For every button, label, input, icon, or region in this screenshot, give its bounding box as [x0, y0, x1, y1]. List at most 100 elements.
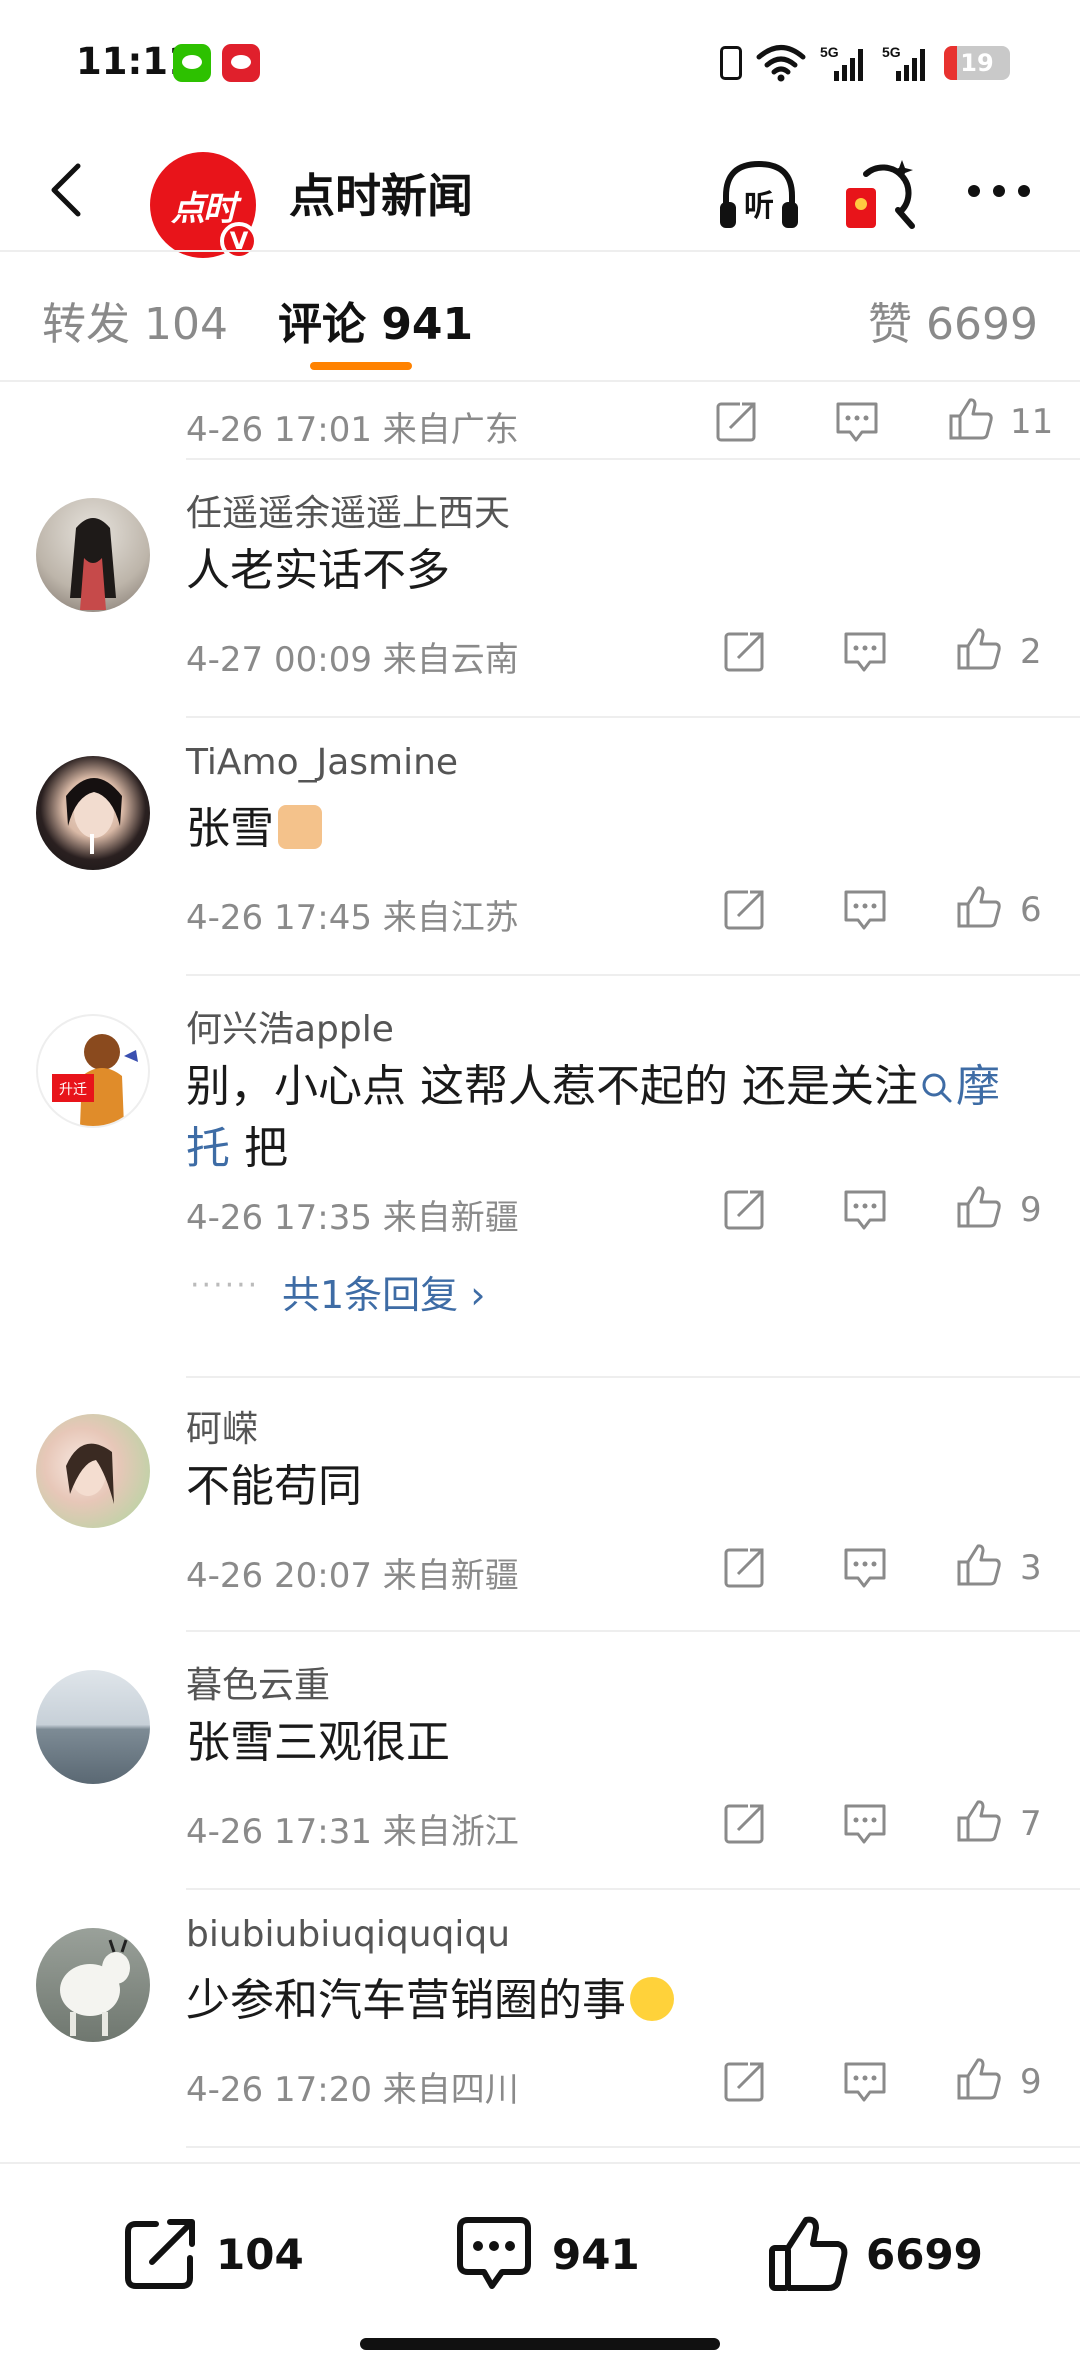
tab-repost[interactable]: 转发 104: [42, 288, 228, 352]
account-avatar[interactable]: 点时 V: [150, 152, 258, 260]
comment-time: 4-26 17:35: [186, 1198, 372, 1238]
comment-username[interactable]: biubiubiuqiquqiqu: [186, 1914, 510, 1955]
reply-dots: ······: [190, 1268, 260, 1303]
comment-item: TiAmo_Jasmine 张雪 4-26 17:45 来自江苏 6: [0, 718, 1080, 976]
reply-icon[interactable]: [842, 628, 888, 674]
share-icon[interactable]: [722, 2058, 768, 2104]
thumbs-up-icon: [769, 2216, 848, 2291]
svg-text:5G: 5G: [820, 44, 839, 60]
user-avatar[interactable]: [36, 1928, 150, 2042]
comment-location: 来自广东: [382, 410, 519, 450]
comment-button[interactable]: 941: [454, 2214, 640, 2294]
comment-text: 张雪: [186, 798, 1026, 860]
comment-item: 升迁 何兴浩apple 别，小心点 这帮人惹不起的 还是关注 摩托 把 4-26 …: [0, 976, 1080, 1376]
comment-username[interactable]: 暮色云重: [186, 1656, 330, 1708]
user-avatar[interactable]: 升迁: [36, 1014, 150, 1128]
back-button[interactable]: [38, 152, 98, 228]
comment-time: 4-27 00:09: [186, 640, 372, 680]
like-icon[interactable]: [956, 1798, 1002, 1844]
share-icon[interactable]: [722, 1800, 768, 1846]
comment-meta: 4-26 20:07 来自新疆: [186, 1548, 519, 1597]
comment-divider: [186, 2146, 1080, 2148]
account-name[interactable]: 点时新闻: [289, 160, 473, 226]
status-bar: 11:11 5G 5G 19: [0, 0, 1080, 130]
vibrate-icon: [720, 46, 742, 80]
repost-button[interactable]: 104: [122, 2214, 304, 2294]
comment-time: 4-26 17:20: [186, 2070, 372, 2110]
view-replies-link[interactable]: 共1条回复 ›: [282, 1264, 485, 1319]
like-button[interactable]: 6699: [768, 2214, 983, 2294]
post-tabs: 转发 104 评论 941 赞 6699: [0, 252, 1080, 380]
comment-time: 4-26 17:31: [186, 1812, 372, 1852]
share-icon[interactable]: [722, 628, 768, 674]
comment-meta: 4-27 00:09 来自云南: [186, 632, 519, 681]
active-tab-indicator: [310, 362, 412, 370]
signal-5g-icon-2: 5G: [882, 43, 930, 83]
comment-meta: 4-26 17:20 来自四川: [186, 2062, 519, 2111]
comment-item: biubiubiuqiquqiqu 少参和汽车营销圈的事 4-26 17:20 …: [0, 1890, 1080, 2148]
like-icon[interactable]: [948, 396, 994, 442]
comment-location: 来自云南: [382, 640, 519, 680]
red-packet-search-button[interactable]: [840, 154, 920, 238]
red-packet-search-icon: [846, 160, 915, 229]
like-count-total: 6699: [866, 2229, 983, 2279]
like-count: 9: [1020, 2062, 1042, 2102]
tab-like[interactable]: 赞 6699: [868, 288, 1038, 352]
comment-item: 砢嵘 不能苟同 4-26 20:07 来自新疆 3: [0, 1376, 1080, 1632]
reply-icon[interactable]: [842, 1800, 888, 1846]
reply-icon[interactable]: [834, 398, 880, 444]
listen-button[interactable]: 听: [716, 156, 802, 236]
like-count: 3: [1020, 1548, 1042, 1588]
comment-meta: 4-26 17:31 来自浙江: [186, 1804, 519, 1853]
user-avatar[interactable]: [36, 756, 150, 870]
comment-text: 不能苟同: [186, 1461, 362, 1512]
like-count: 11: [1010, 402, 1054, 442]
reply-icon[interactable]: [842, 1544, 888, 1590]
wifi-icon: [756, 44, 806, 82]
comment-location: 来自四川: [382, 2070, 519, 2110]
headphones-icon: 听: [720, 160, 798, 228]
reply-icon[interactable]: [842, 886, 888, 932]
comment-count: 941: [552, 2229, 640, 2279]
top-nav-bar: 点时 V 点时新闻 听: [0, 130, 1080, 260]
like-icon[interactable]: [956, 1184, 1002, 1230]
back-arrow-icon: [51, 163, 81, 217]
comment-text-before: 别，小心点 这帮人惹不起的 还是关注: [186, 1061, 918, 1112]
share-icon[interactable]: [714, 398, 760, 444]
laughing-crying-emoji-icon: [630, 1977, 674, 2021]
reply-icon[interactable]: [842, 2058, 888, 2104]
comment-location: 来自新疆: [382, 1198, 519, 1238]
like-icon[interactable]: [956, 626, 1002, 672]
more-options-button[interactable]: [964, 176, 1034, 206]
account-logo-text: 点时: [171, 188, 237, 229]
comment-text-body: 张雪: [186, 803, 274, 854]
share-icon[interactable]: [722, 886, 768, 932]
comment-list[interactable]: 4-26 17:01 来自广东 11 任遥遥余遥遥上西天 人老实话不多 4-27…: [0, 382, 1080, 2162]
like-icon[interactable]: [956, 1542, 1002, 1588]
like-icon[interactable]: [956, 2056, 1002, 2102]
share-icon[interactable]: [722, 1186, 768, 1232]
comment-username[interactable]: 任遥遥余遥遥上西天: [186, 484, 510, 536]
comment-time: 4-26 20:07: [186, 1556, 372, 1596]
wechat-notification-icon: [173, 44, 211, 82]
comment-username[interactable]: 何兴浩apple: [186, 1000, 394, 1052]
app-notification-icon: [222, 44, 260, 82]
bottom-action-bar: 104 941 6699: [0, 2164, 1080, 2376]
comment-location: 来自新疆: [382, 1556, 519, 1596]
comment-text-body: 少参和汽车营销圈的事: [186, 1975, 626, 2026]
battery-icon: 19: [944, 46, 1010, 80]
signal-5g-icon: 5G: [820, 43, 868, 83]
comment-username[interactable]: 砢嵘: [186, 1400, 258, 1452]
comment-username[interactable]: TiAmo_Jasmine: [186, 742, 458, 783]
tab-comment[interactable]: 评论 941: [278, 288, 473, 352]
comment-location: 来自浙江: [382, 1812, 519, 1852]
reply-icon[interactable]: [842, 1186, 888, 1232]
home-indicator[interactable]: [360, 2338, 720, 2350]
like-icon[interactable]: [956, 884, 1002, 930]
share-icon[interactable]: [722, 1544, 768, 1590]
user-avatar[interactable]: [36, 498, 150, 612]
user-avatar[interactable]: [36, 1414, 150, 1528]
repost-count: 104: [216, 2229, 304, 2279]
comment-meta: 4-26 17:35 来自新疆: [186, 1190, 519, 1239]
user-avatar[interactable]: [36, 1670, 150, 1784]
